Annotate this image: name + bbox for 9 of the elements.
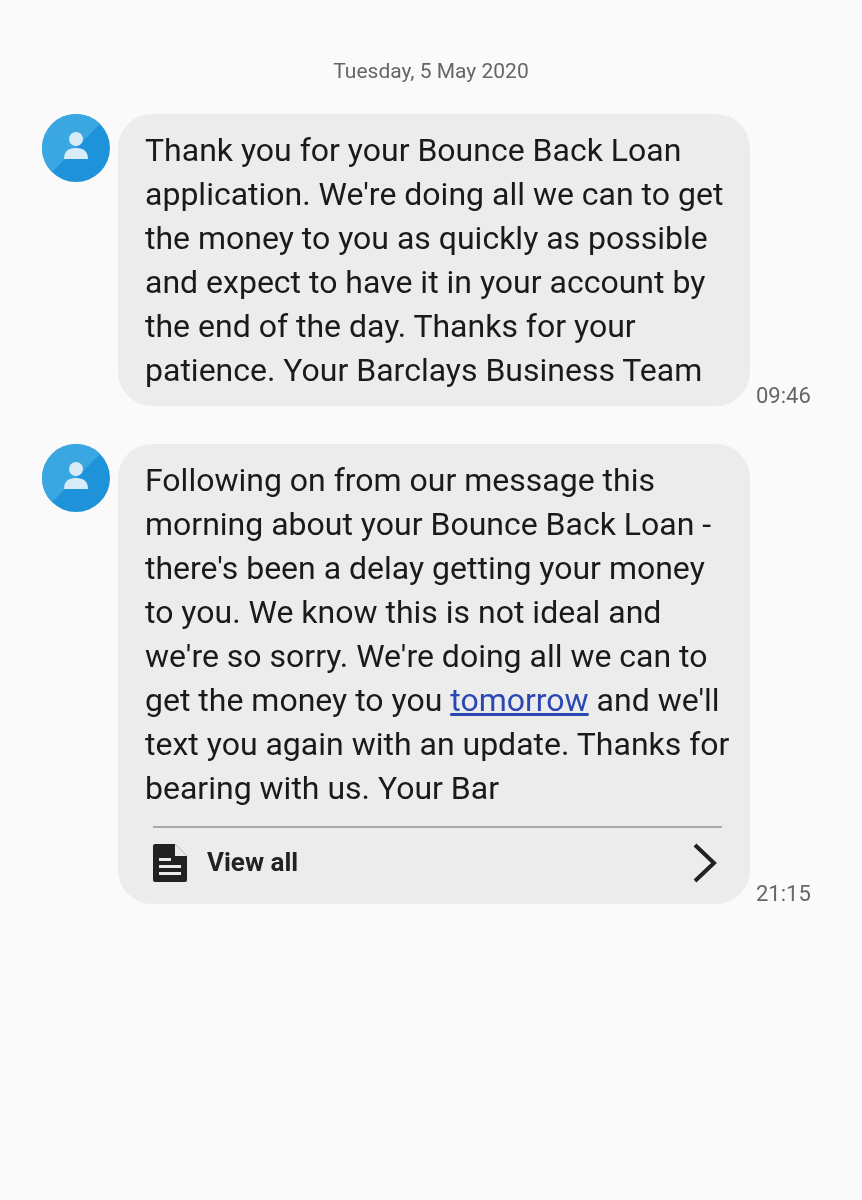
- view-all-button[interactable]: View all: [153, 827, 722, 890]
- message-text: Thank you for your Bounce Back Loan application. We're doing all we can to get the money to you as quickly as possible and expect to have it in your account by the end of the day. Thanks for your patience. Your Barclays Business Team: [145, 129, 725, 391]
- message-time: 09:46: [756, 381, 811, 410]
- link[interactable]: tomorrow: [450, 680, 589, 719]
- message-time: 21:15: [756, 879, 811, 908]
- chevron-right-icon: [692, 841, 718, 884]
- document-icon: [153, 843, 187, 882]
- message-text: Following on from our message this morning about your Bounce Back Loan - there's been a delay getting your money to you. We know this is not ideal and we're so sorry. We're doing all we can to get the money to you tomorrow and we'll text you again with an update. Thanks for bearing with us. Your Bar: [145, 459, 730, 809]
- date-header: Tuesday, 5 May 2020: [333, 58, 529, 85]
